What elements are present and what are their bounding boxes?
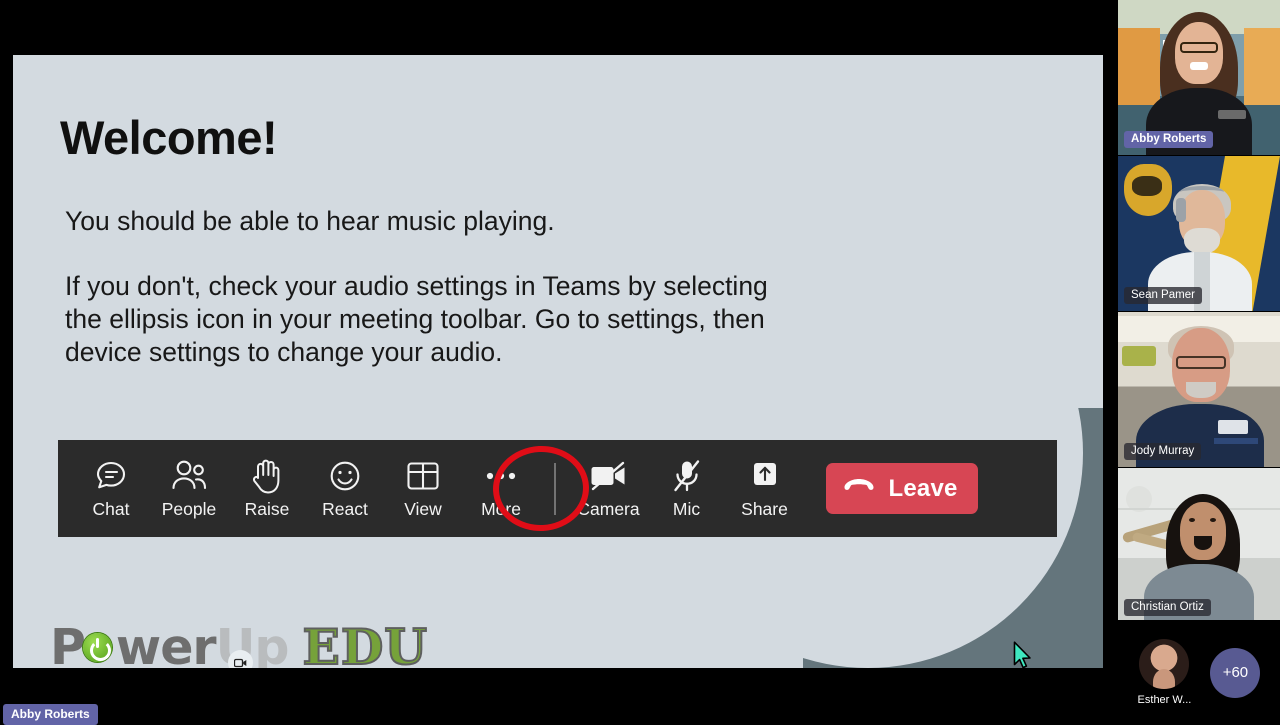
slide-paragraph-1: You should be able to hear music playing… [65, 205, 785, 238]
toolbar-button-react[interactable]: React [306, 446, 384, 532]
hang-up-phone-icon [842, 476, 876, 501]
avatar [1139, 639, 1189, 689]
leave-button-label: Leave [889, 475, 958, 503]
overflow-participant-name: Esther W... [1138, 694, 1192, 706]
people-icon [170, 457, 208, 495]
toolbar-button-share[interactable]: Share [726, 446, 804, 532]
toolbar-label-people: People [162, 499, 217, 520]
video-tile-jody-murray[interactable]: Jody Murray [1118, 312, 1280, 467]
toolbar-button-view[interactable]: View [384, 446, 462, 532]
toolbar-button-more[interactable]: More [462, 446, 540, 532]
toolbar-label-mic: Mic [673, 499, 700, 520]
slide-title: Welcome! [60, 110, 277, 165]
logo-power-icon-slot [83, 633, 112, 662]
toolbar-label-camera: Camera [577, 499, 639, 520]
participant-name-badge: Christian Ortiz [1124, 599, 1211, 616]
video-tile-sean-pamer[interactable]: Sean Pamer [1118, 156, 1280, 311]
slide-body: You should be able to hear music playing… [65, 205, 785, 369]
slide-paragraph-2: If you don't, check your audio settings … [65, 270, 785, 369]
logo-letter-p: P [50, 619, 85, 669]
ellipsis-icon [483, 457, 519, 495]
share-up-arrow-icon [748, 457, 782, 495]
smiley-face-icon [327, 457, 363, 495]
overflow-count-badge[interactable]: +60 [1210, 648, 1260, 698]
camera-off-icon [589, 457, 629, 495]
toolbar-label-raise: Raise [245, 499, 290, 520]
toolbar-label-share: Share [741, 499, 788, 520]
meeting-toolbar: Chat People Raise [58, 440, 1057, 537]
toolbar-label-react: React [322, 499, 368, 520]
participant-rail: Abby Roberts Sean Pamer [1118, 0, 1280, 725]
logo-power-text: Pwer [50, 619, 216, 669]
video-tile-abby-roberts[interactable]: Abby Roberts [1118, 0, 1280, 155]
self-name-label: Abby Roberts [3, 704, 98, 725]
grid-view-icon [406, 457, 440, 495]
mic-off-icon [672, 457, 702, 495]
raised-hand-icon [251, 457, 283, 495]
leave-button[interactable]: Leave [826, 463, 978, 514]
toolbar-divider [554, 463, 556, 515]
toolbar-label-view: View [404, 499, 442, 520]
video-tile-christian-ortiz[interactable]: Christian Ortiz [1118, 468, 1280, 623]
participant-name-badge: Sean Pamer [1124, 287, 1202, 304]
logo-edu-text: EDU [302, 618, 428, 668]
participant-name-badge: Abby Roberts [1124, 131, 1213, 148]
toolbar-button-people[interactable]: People [150, 446, 228, 532]
overflow-participants: Esther W... +60 [1118, 620, 1280, 725]
chat-bubble-icon [93, 457, 129, 495]
toolbar-button-chat[interactable]: Chat [72, 446, 150, 532]
powerup-edu-logo: Pwer Up EDU [50, 618, 428, 668]
logo-wer-text: wer [116, 619, 216, 669]
camera-icon [228, 650, 253, 668]
toolbar-button-camera[interactable]: Camera [570, 446, 648, 532]
toolbar-button-mic[interactable]: Mic [648, 446, 726, 532]
toolbar-label-more: More [481, 499, 521, 520]
toolbar-button-raise[interactable]: Raise [228, 446, 306, 532]
overflow-participant-esther[interactable]: Esther W... [1138, 639, 1192, 706]
toolbar-label-chat: Chat [93, 499, 130, 520]
teams-meeting-screen: Welcome! You should be able to hear musi… [0, 0, 1280, 725]
participant-name-badge: Jody Murray [1124, 443, 1201, 460]
shared-content-stage: Welcome! You should be able to hear musi… [13, 55, 1103, 668]
